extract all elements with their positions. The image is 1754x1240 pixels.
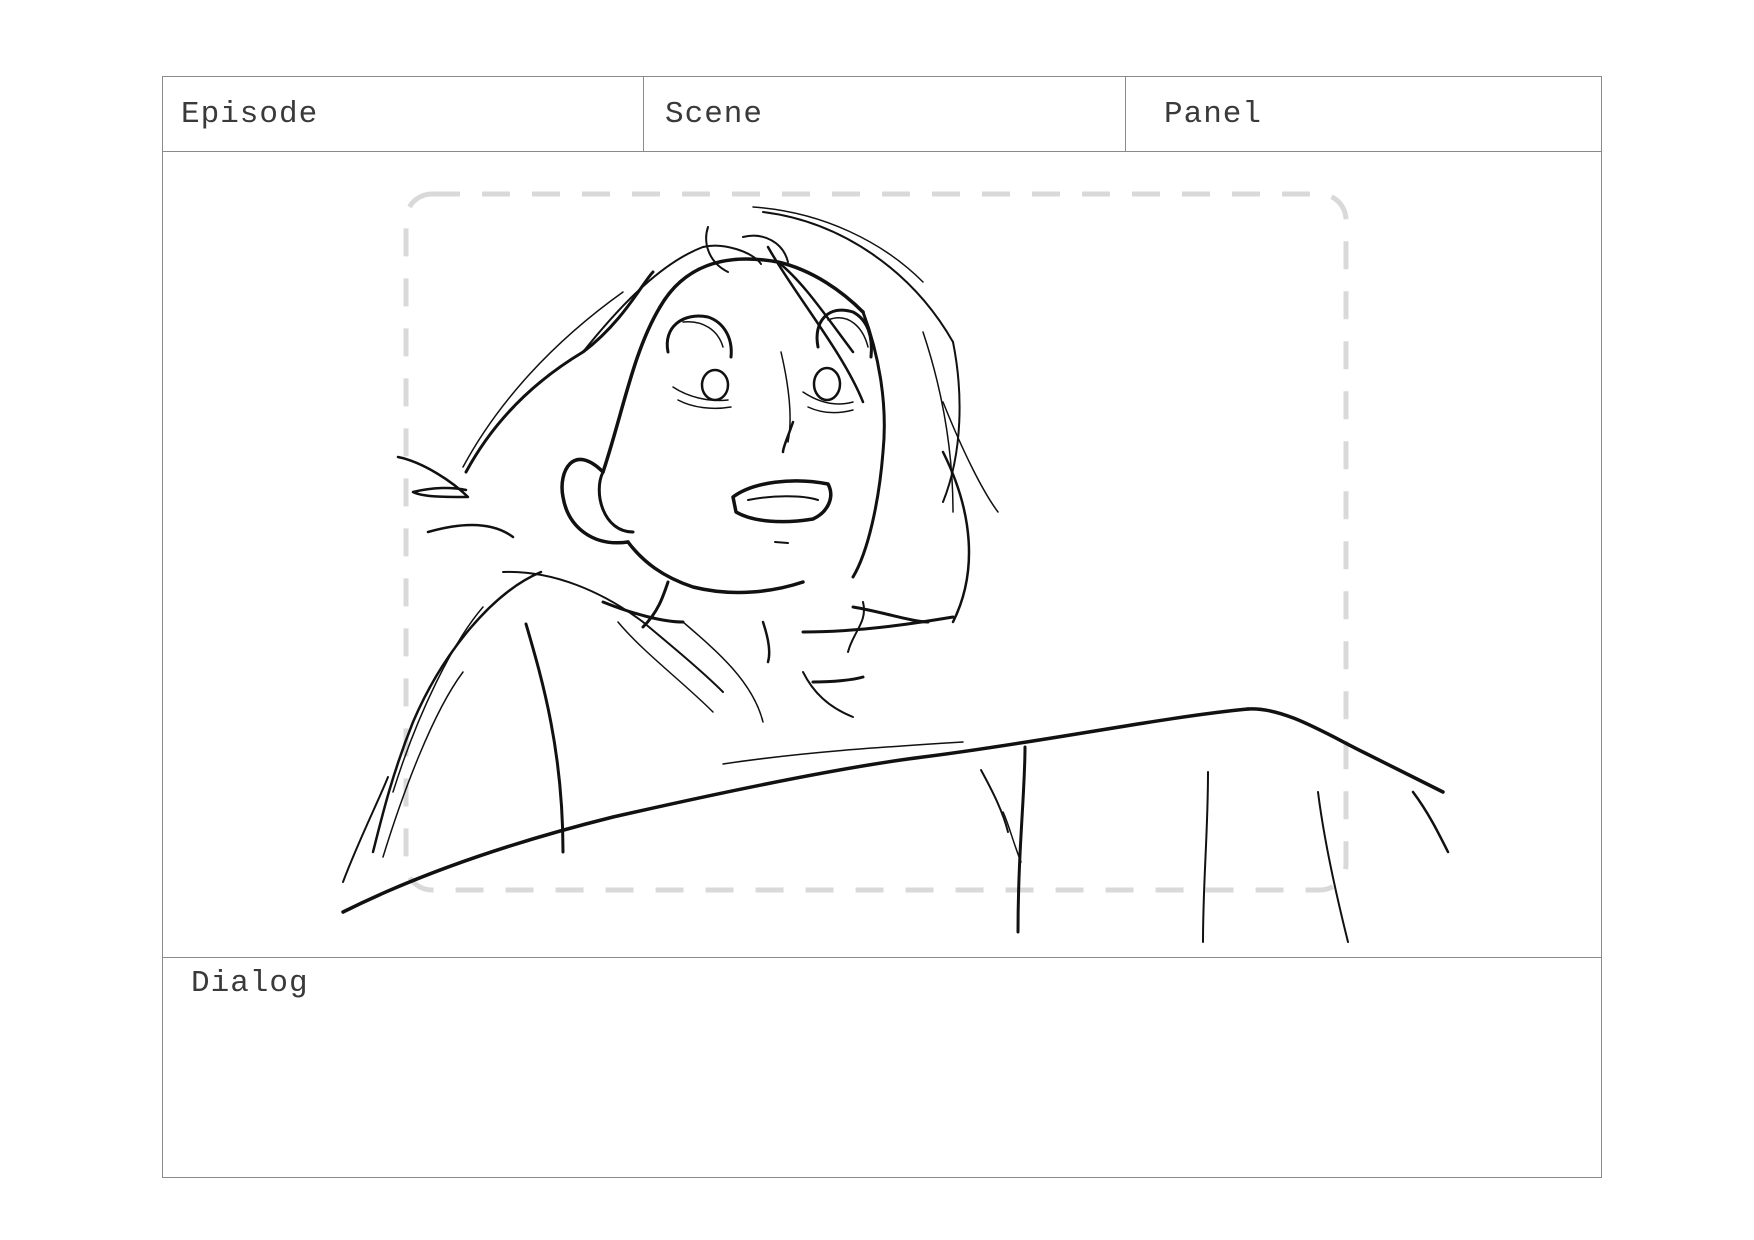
dialog-box[interactable]: Dialog [163, 957, 1601, 1177]
storyboard-sheet: Episode Scene Panel Dialog [162, 76, 1602, 1178]
drawing-frame [163, 152, 1601, 957]
panel-label: Panel [1164, 97, 1263, 132]
dialog-label: Dialog [191, 966, 309, 1001]
storyboard-sketch [341, 191, 1450, 943]
scene-label: Scene [665, 97, 764, 132]
episode-label: Episode [181, 97, 319, 132]
panel-header: Episode Scene Panel [163, 77, 1601, 152]
scene-cell[interactable]: Scene [644, 77, 1126, 151]
panel-cell[interactable]: Panel [1126, 77, 1601, 151]
character-sketch [341, 206, 1450, 943]
safe-area-guide [403, 191, 1349, 893]
episode-cell[interactable]: Episode [163, 77, 644, 151]
